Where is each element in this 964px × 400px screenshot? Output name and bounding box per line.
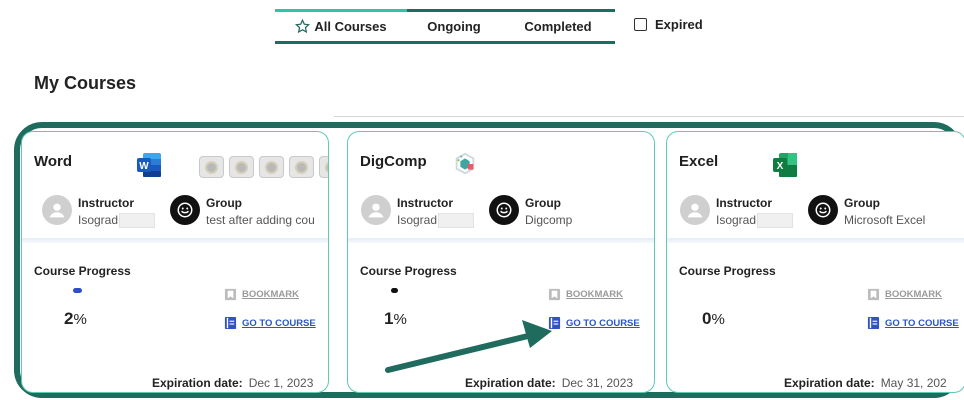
- course-book-icon: [548, 316, 561, 330]
- progress-percent: 2%: [64, 309, 87, 328]
- course-card-excel[interactable]: Excel X Instructor Isograd Group Microso…: [666, 131, 964, 393]
- redacted-block: [119, 212, 156, 228]
- badge-icon: [319, 156, 328, 178]
- redacted-block: [757, 212, 794, 228]
- course-filter-tabs: All Courses Ongoing Completed: [275, 9, 615, 44]
- svg-text:X: X: [777, 161, 784, 172]
- group-name: Digcomp: [525, 213, 573, 227]
- tab-label: Ongoing: [427, 19, 481, 34]
- instructor-label: Instructor: [397, 196, 454, 210]
- bookmark-icon: [224, 288, 237, 301]
- instructor-info: Instructor Isograd: [361, 195, 475, 229]
- group-smiley-icon: [170, 195, 200, 225]
- group-info: Group Digcomp: [489, 195, 572, 229]
- badge-icon: [259, 156, 284, 178]
- instructor-avatar-icon: [42, 195, 72, 225]
- word-icon: W: [137, 153, 161, 177]
- expired-checkbox[interactable]: [634, 18, 647, 31]
- star-icon: [295, 19, 311, 34]
- progress-bar: [73, 288, 82, 293]
- card-divider: [22, 238, 328, 243]
- go-to-course-link[interactable]: GO TO COURSE: [548, 316, 640, 330]
- expiration-date: Expiration date: Dec 31, 2023: [465, 376, 634, 390]
- progress-label: Course Progress: [679, 264, 776, 278]
- tab-all-courses[interactable]: All Courses: [275, 9, 407, 44]
- course-title: DigComp: [360, 153, 427, 170]
- achievement-badges: [199, 156, 328, 178]
- tab-completed[interactable]: Completed: [501, 9, 615, 44]
- instructor-avatar-icon: [361, 195, 391, 225]
- expired-label: Expired: [655, 17, 703, 32]
- instructor-name: Isograd: [716, 213, 757, 227]
- badge-icon: [229, 156, 254, 178]
- go-to-course-link[interactable]: GO TO COURSE: [867, 316, 959, 330]
- progress-bar: [391, 288, 398, 293]
- group-label: Group: [525, 196, 561, 210]
- progress-percent: 0%: [702, 309, 725, 328]
- course-title: Word: [34, 153, 73, 170]
- course-book-icon: [224, 316, 237, 330]
- badge-icon: [289, 156, 314, 178]
- redacted-block: [438, 212, 475, 228]
- instructor-info: Instructor Isograd: [680, 195, 794, 229]
- group-label: Group: [844, 196, 880, 210]
- course-card-digcomp[interactable]: DigComp Instructor Isograd Group Digcomp…: [347, 131, 655, 393]
- course-title: Excel: [679, 153, 719, 170]
- group-name: test after adding cou: [206, 213, 315, 227]
- progress-percent: 1%: [384, 309, 407, 328]
- progress-label: Course Progress: [34, 264, 131, 278]
- group-label: Group: [206, 196, 242, 210]
- excel-icon: X: [773, 153, 797, 177]
- expiration-date: Expiration date: May 31, 202: [784, 376, 947, 390]
- card-divider: [667, 238, 964, 243]
- instructor-info: Instructor Isograd: [42, 195, 156, 229]
- bookmark-icon: [867, 288, 880, 301]
- svg-text:W: W: [139, 161, 149, 172]
- bookmark-link[interactable]: BOOKMARK: [867, 288, 942, 301]
- go-to-course-link[interactable]: GO TO COURSE: [224, 316, 316, 330]
- digcomp-icon: [455, 152, 475, 175]
- group-name: Microsoft Excel: [844, 213, 926, 227]
- instructor-name: Isograd: [78, 213, 119, 227]
- divider: [334, 116, 964, 117]
- bookmark-icon: [548, 288, 561, 301]
- bookmark-link[interactable]: BOOKMARK: [224, 288, 299, 301]
- tab-label: All Courses: [314, 19, 387, 34]
- expiration-date: Expiration date: Dec 1, 2023: [152, 376, 314, 390]
- instructor-label: Instructor: [716, 196, 773, 210]
- group-smiley-icon: [489, 195, 519, 225]
- instructor-name: Isograd: [397, 213, 438, 227]
- course-card-word[interactable]: Word W Instructor Isograd Group test aft…: [21, 131, 329, 393]
- instructor-avatar-icon: [680, 195, 710, 225]
- group-smiley-icon: [808, 195, 838, 225]
- course-book-icon: [867, 316, 880, 330]
- group-info: Group test after adding cou: [170, 195, 315, 229]
- bookmark-link[interactable]: BOOKMARK: [548, 288, 623, 301]
- page-title: My Courses: [34, 73, 137, 93]
- progress-label: Course Progress: [360, 264, 457, 278]
- expired-filter[interactable]: Expired: [634, 17, 703, 32]
- tab-label: Completed: [524, 19, 592, 34]
- instructor-label: Instructor: [78, 196, 135, 210]
- badge-icon: [199, 156, 224, 178]
- tab-ongoing[interactable]: Ongoing: [407, 9, 501, 44]
- card-divider: [348, 238, 654, 243]
- group-info: Group Microsoft Excel: [808, 195, 925, 229]
